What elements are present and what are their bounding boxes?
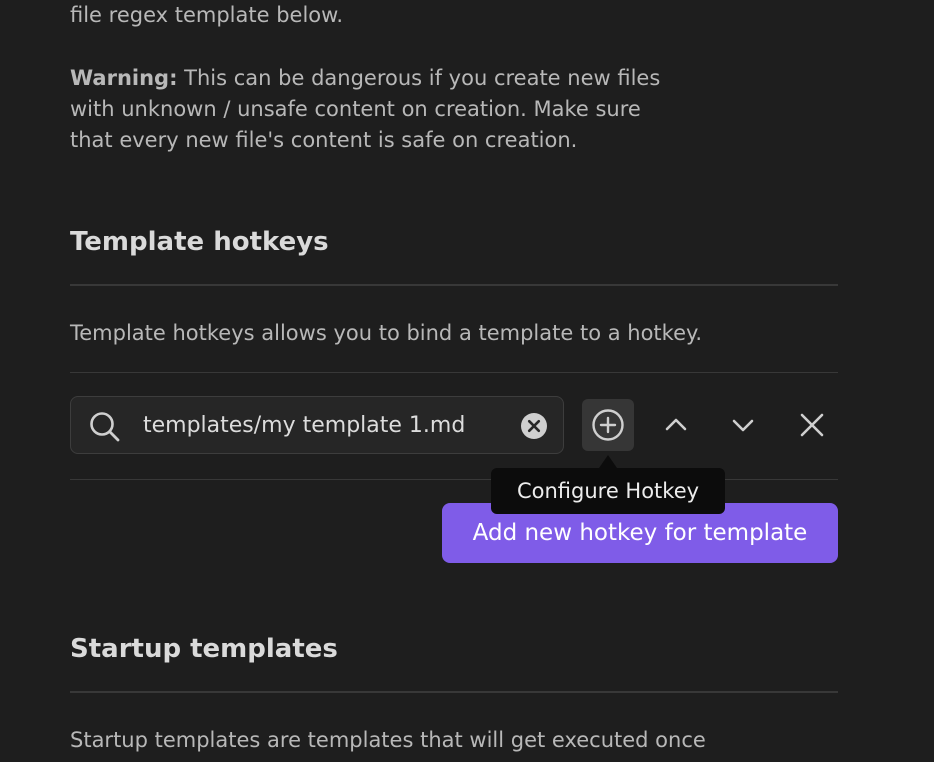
clear-circle-icon[interactable] <box>520 412 548 440</box>
configure-hotkey-button[interactable] <box>582 399 634 451</box>
configure-hotkey-tooltip: Configure Hotkey <box>491 468 725 514</box>
template-search-input[interactable] <box>143 397 503 453</box>
template-hotkeys-heading: Template hotkeys <box>70 227 329 257</box>
intro-text-partial: file regex template below. <box>70 3 344 27</box>
warning-label: Warning: <box>70 66 178 90</box>
plus-circle-icon <box>592 409 624 441</box>
template-hotkeys-description: Template hotkeys allows you to bind a te… <box>70 321 703 345</box>
tooltip-arrow <box>599 455 617 468</box>
close-icon <box>800 413 824 437</box>
startup-templates-description: Startup templates are templates that wil… <box>70 728 706 752</box>
move-down-button[interactable] <box>717 399 769 451</box>
warning-text: This can be dangerous if you create new … <box>177 66 661 90</box>
search-icon <box>90 412 120 442</box>
warning-paragraph-line2: with unknown / unsafe content on creatio… <box>70 97 641 121</box>
delete-hotkey-button[interactable] <box>786 399 838 451</box>
chevron-up-icon <box>665 418 687 431</box>
warning-paragraph-line1: Warning: This can be dangerous if you cr… <box>70 63 660 94</box>
template-search-box <box>70 396 564 454</box>
warning-paragraph-line3: that every new file's content is safe on… <box>70 128 578 152</box>
chevron-down-icon <box>732 419 754 432</box>
move-up-button[interactable] <box>650 399 702 451</box>
setting-divider <box>70 372 838 373</box>
section-divider <box>70 284 838 286</box>
startup-templates-heading: Startup templates <box>70 634 338 664</box>
section-divider <box>70 691 838 693</box>
